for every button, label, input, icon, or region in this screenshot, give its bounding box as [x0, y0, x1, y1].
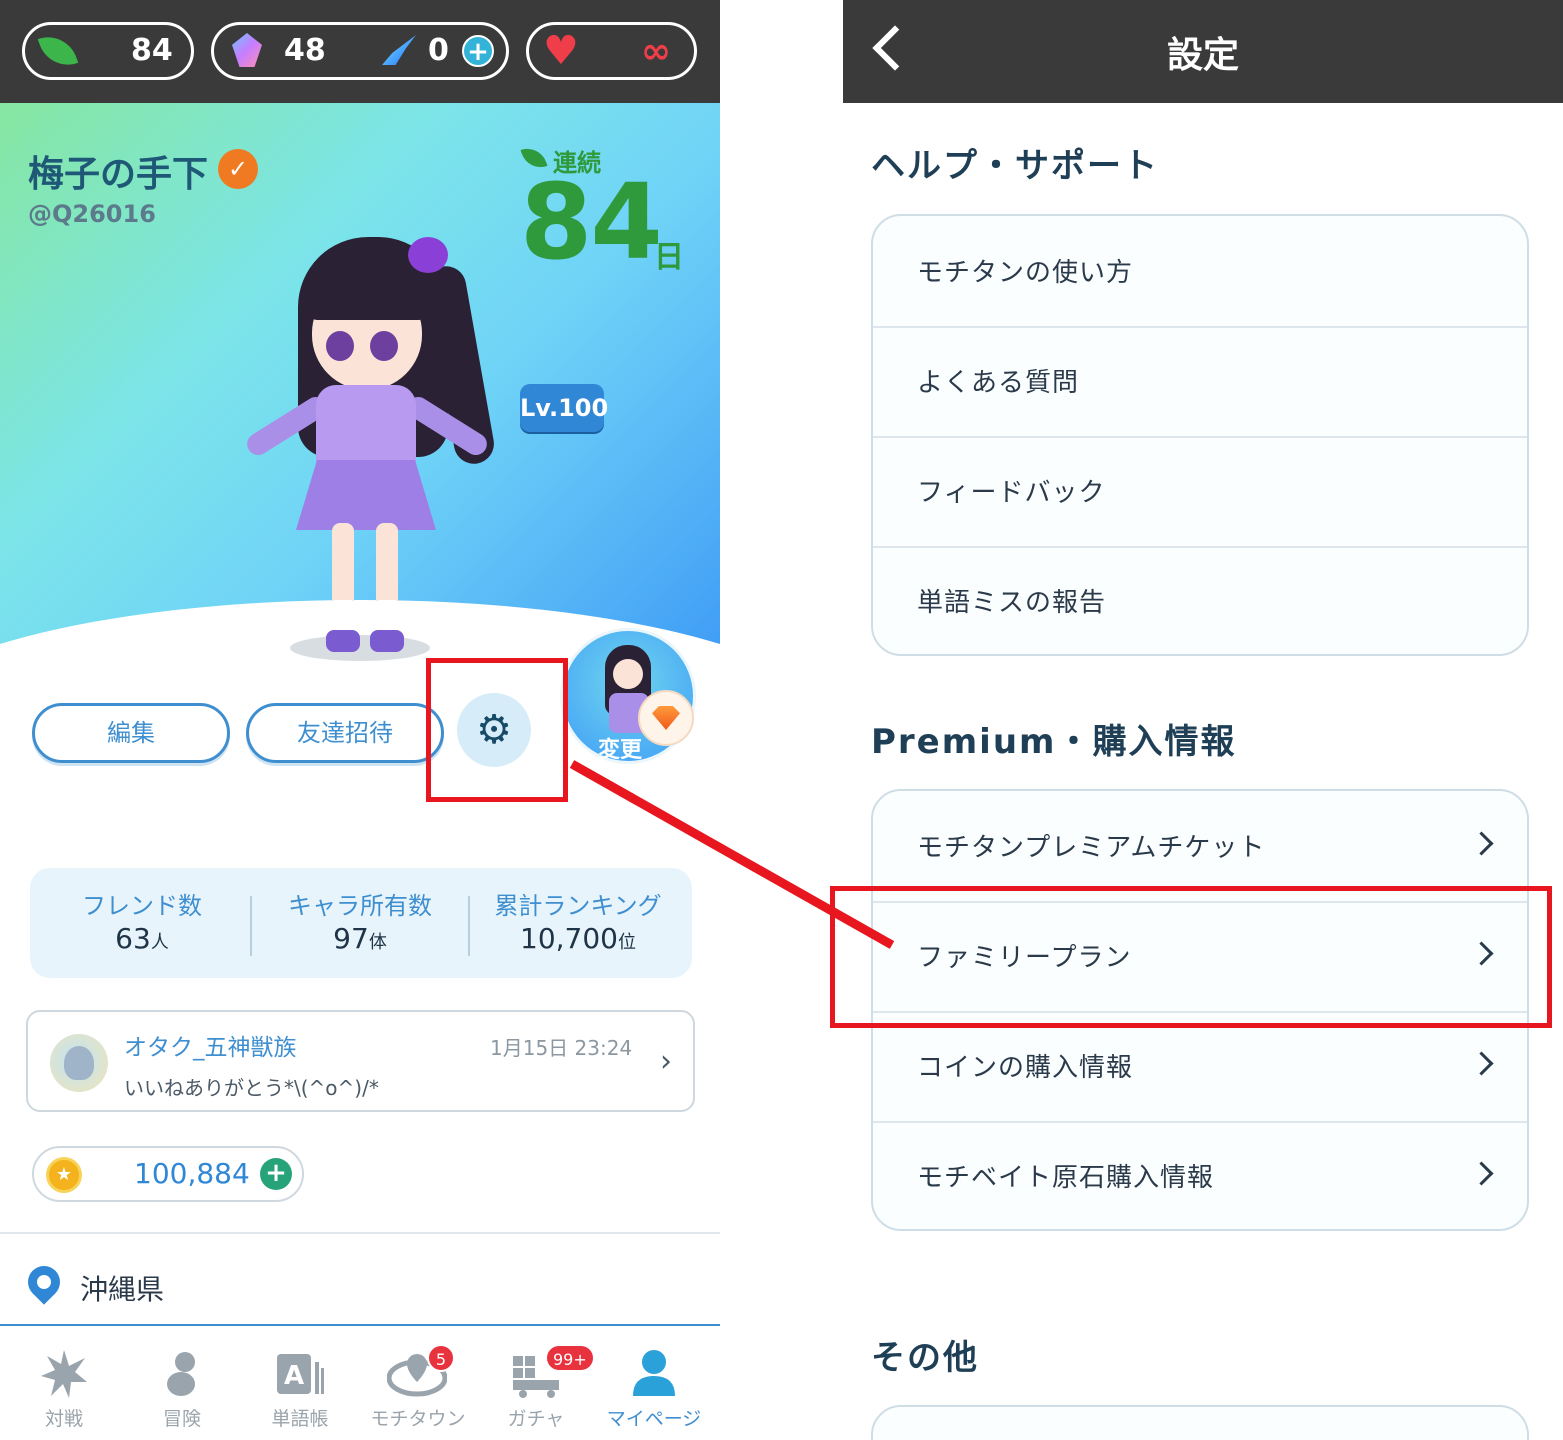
edit-button[interactable]: 編集 — [32, 703, 230, 763]
ranking-label: 累計ランキング — [494, 892, 662, 920]
tab-mypage[interactable]: マイページ — [595, 1326, 713, 1440]
flower-icon — [408, 237, 448, 273]
notification-sender: オタク_五神獣族 — [124, 1035, 297, 1061]
coin-icon: ★ — [46, 1157, 82, 1193]
notification-time: 1月15日 23:24 — [490, 1036, 633, 1060]
heart-count: ∞ — [641, 31, 671, 72]
characters-value: 97体 — [333, 922, 387, 955]
section-title-other: その他 — [871, 1338, 979, 1378]
notification-message: いいねありがとう*\(^o^)/* — [124, 1076, 379, 1100]
highlight-box-family-plan — [830, 886, 1552, 1028]
adventure-icon — [167, 1352, 195, 1396]
notification-card[interactable]: オタク_五神獣族 1月15日 23:24 いいねありがとう*\(^o^)/* › — [26, 1010, 695, 1112]
character-model[interactable] — [230, 225, 500, 665]
chevron-right-icon — [1469, 1051, 1494, 1076]
characters-label: キャラ所有数 — [288, 892, 432, 920]
page-title: 設定 — [1166, 35, 1239, 76]
ranking-value: 10,700位 — [520, 922, 636, 955]
coin-counter[interactable]: ★ 100,884 + — [32, 1146, 304, 1202]
tab-battle[interactable]: 対戦 — [5, 1326, 123, 1440]
prefecture: 沖縄県 — [80, 1273, 165, 1306]
coin-count: 100,884 — [134, 1157, 250, 1190]
tab-label: 対戦 — [44, 1408, 83, 1430]
leaf-counter[interactable]: 84 — [22, 22, 194, 80]
username: 梅子の手下 — [28, 154, 209, 195]
currency-bar: 84 48 0 + ♥ ∞ — [0, 0, 720, 103]
settings-row-ore-purchases[interactable]: モチベイト原石購入情報 — [873, 1121, 1527, 1229]
user-id: @Q26016 — [28, 200, 156, 228]
settings-row-feedback[interactable]: フィードバック — [873, 436, 1527, 548]
gem-count: 48 — [284, 33, 326, 68]
profile-screen: 84 48 0 + ♥ ∞ 梅子の手下 ✓ @Q26016 連続 84 日 Lv… — [0, 0, 720, 1440]
tab-wordbook[interactable]: A 単語帳 — [241, 1326, 359, 1440]
streak-unit: 日 — [654, 240, 684, 275]
tab-label: 単語帳 — [271, 1408, 329, 1430]
settings-row-faq[interactable]: よくある質問 — [873, 326, 1527, 438]
tab-label: 冒険 — [162, 1408, 201, 1430]
tab-gacha[interactable]: 99+ ガチャ — [477, 1326, 595, 1440]
settings-header: 設定 — [843, 0, 1563, 103]
level-badge: Lv.100 — [520, 384, 608, 432]
friends-label: フレンド数 — [82, 892, 202, 920]
gem-counter[interactable]: 48 0 + — [211, 22, 509, 80]
avatar-change-label: 変更 — [598, 738, 643, 763]
battle-icon — [41, 1350, 87, 1398]
mypage-icon — [633, 1350, 675, 1396]
chevron-right-icon — [1469, 1161, 1494, 1186]
invite-friends-button[interactable]: 友達招待 — [246, 703, 444, 763]
heart-counter[interactable]: ♥ ∞ — [526, 22, 697, 80]
verified-badge-icon: ✓ — [218, 149, 258, 189]
bottom-tab-bar: 対戦 冒険 A 単語帳 5 モチタウン 99+ ガチャ マイページ — [0, 1324, 720, 1440]
location-pin-icon — [21, 1259, 67, 1305]
heart-icon: ♥ — [543, 28, 579, 74]
tab-label: モチタウン — [370, 1408, 466, 1430]
other-card — [871, 1405, 1529, 1440]
premium-diamond-icon — [638, 690, 694, 746]
wordbook-icon: A — [277, 1354, 324, 1394]
section-title-premium: Premium・購入情報 — [871, 722, 1237, 762]
friends-value: 63人 — [115, 922, 169, 955]
settings-screen: 設定 ヘルプ・サポート モチタンの使い方 よくある質問 フィードバック 単語ミス… — [843, 0, 1563, 1440]
add-coins-button[interactable]: + — [260, 1158, 292, 1190]
gem-icon — [232, 33, 262, 67]
tab-label: ガチャ — [507, 1408, 565, 1430]
tab-adventure[interactable]: 冒険 — [123, 1326, 241, 1440]
add-crystal-button[interactable]: + — [462, 35, 494, 67]
settings-row-report-word-error[interactable]: 単語ミスの報告 — [873, 546, 1527, 654]
crystal-icon — [382, 35, 416, 65]
chevron-right-icon — [1469, 831, 1494, 856]
divider — [0, 1232, 720, 1234]
settings-row-how-to-use[interactable]: モチタンの使い方 — [873, 216, 1527, 328]
streak-days: 84 — [520, 161, 663, 283]
crystal-count: 0 — [428, 33, 449, 68]
tab-label: マイページ — [606, 1408, 702, 1430]
stats-panel: フレンド数 63人 キャラ所有数 97体 累計ランキング 10,700位 — [30, 868, 692, 978]
town-badge: 5 — [427, 1344, 455, 1372]
leaf-count: 84 — [131, 33, 173, 68]
tab-town[interactable]: 5 モチタウン — [359, 1326, 477, 1440]
chevron-right-icon: › — [660, 1044, 672, 1079]
highlight-box-settings-button — [426, 658, 568, 802]
notification-avatar — [50, 1034, 108, 1092]
gacha-badge: 99+ — [545, 1344, 595, 1372]
svg-text:A: A — [284, 1361, 304, 1391]
section-title-help: ヘルプ・サポート — [871, 146, 1159, 186]
help-card: モチタンの使い方 よくある質問 フィードバック 単語ミスの報告 — [871, 214, 1529, 656]
leaf-icon — [37, 28, 79, 74]
